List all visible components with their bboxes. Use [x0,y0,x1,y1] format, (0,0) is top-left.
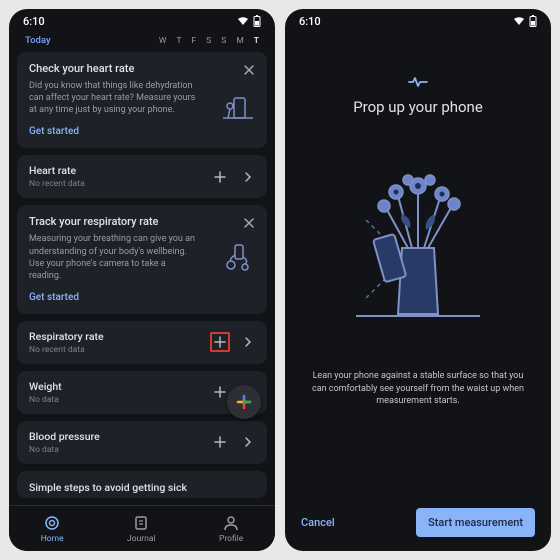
metric-sub: No recent data [29,345,104,355]
clock: 6:10 [299,15,321,28]
resp-promo-card: Track your respiratory rate Measuring yo… [17,205,267,314]
day-letter: W [159,36,167,46]
status-bar: 6:10 [285,9,551,33]
day-letter: F [192,36,197,46]
nav-home[interactable]: Home [41,514,64,544]
day-letter: M [236,36,243,46]
heart-promo-card: Check your heart rate Did you know that … [17,52,267,148]
metric-heart-rate[interactable]: Heart rate No recent data [17,155,267,198]
pulse-icon [408,73,428,92]
nav-label: Profile [219,534,243,544]
close-icon[interactable] [243,214,257,228]
cancel-button[interactable]: Cancel [301,516,335,529]
start-measurement-button[interactable]: Start measurement [416,508,535,537]
get-started-link[interactable]: Get started [29,292,79,303]
status-icons [237,15,261,27]
instruction-text: Lean your phone against a stable surface… [303,370,533,408]
bottom-nav: Home Journal Profile [9,505,275,551]
get-started-link[interactable]: Get started [29,126,79,137]
add-icon[interactable] [213,385,227,399]
card-title: Check your heart rate [29,62,255,75]
battery-icon [529,15,537,27]
add-icon[interactable] [213,335,227,349]
chevron-right-icon[interactable] [241,170,255,184]
vase-illustration-icon [338,148,498,328]
nav-journal[interactable]: Journal [127,514,156,544]
tips-card[interactable]: Simple steps to avoid getting sick [17,471,267,498]
lungs-illustration-icon [221,241,255,275]
metric-title: Heart rate [29,164,85,177]
nav-label: Journal [127,534,156,544]
day-letter: S [221,36,226,46]
metric-title: Weight [29,380,62,393]
highlighted-add [210,332,230,352]
metric-sub: No data [29,395,62,405]
metric-respiratory-rate[interactable]: Respiratory rate No recent data [17,321,267,364]
metric-sub: No data [29,445,100,455]
day-letters: W T F S S M T [159,36,259,46]
chevron-right-icon[interactable] [241,335,255,349]
metric-title: Respiratory rate [29,330,104,343]
today-label[interactable]: Today [25,35,51,46]
page-title: Prop up your phone [353,98,483,116]
screen1-body: Today W T F S S M T Check your heart rat… [9,33,275,505]
card-body: Did you know that things like dehydratio… [29,80,199,116]
card-title: Simple steps to avoid getting sick [29,481,255,494]
add-icon[interactable] [213,435,227,449]
add-icon[interactable] [213,170,227,184]
metric-sub: No recent data [29,179,85,189]
nav-label: Home [41,534,64,544]
card-title: Track your respiratory rate [29,215,255,228]
card-body: Measuring your breathing can give you an… [29,233,199,282]
metric-title: Blood pressure [29,430,100,443]
nav-profile[interactable]: Profile [219,514,243,544]
wifi-icon [513,16,525,26]
status-icons [513,15,537,27]
screen2-body: Prop up your phone [285,33,551,508]
phone-right: 6:10 Prop up your phone [285,9,551,551]
clock: 6:10 [23,15,45,28]
day-letter: S [206,36,211,46]
footer-actions: Cancel Start measurement [285,508,551,551]
chevron-right-icon[interactable] [241,435,255,449]
metric-blood-pressure[interactable]: Blood pressure No data [17,421,267,464]
phone-left: 6:10 Today W T F S S M T [9,9,275,551]
day-letter: T [254,36,259,46]
heart-illustration-icon [221,88,255,122]
wifi-icon [237,16,249,26]
status-bar: 6:10 [9,9,275,33]
day-letter: T [176,36,181,46]
close-icon[interactable] [243,61,257,75]
battery-icon [253,15,261,27]
fab-add-button[interactable] [227,385,261,419]
week-row: Today W T F S S M T [17,33,267,52]
